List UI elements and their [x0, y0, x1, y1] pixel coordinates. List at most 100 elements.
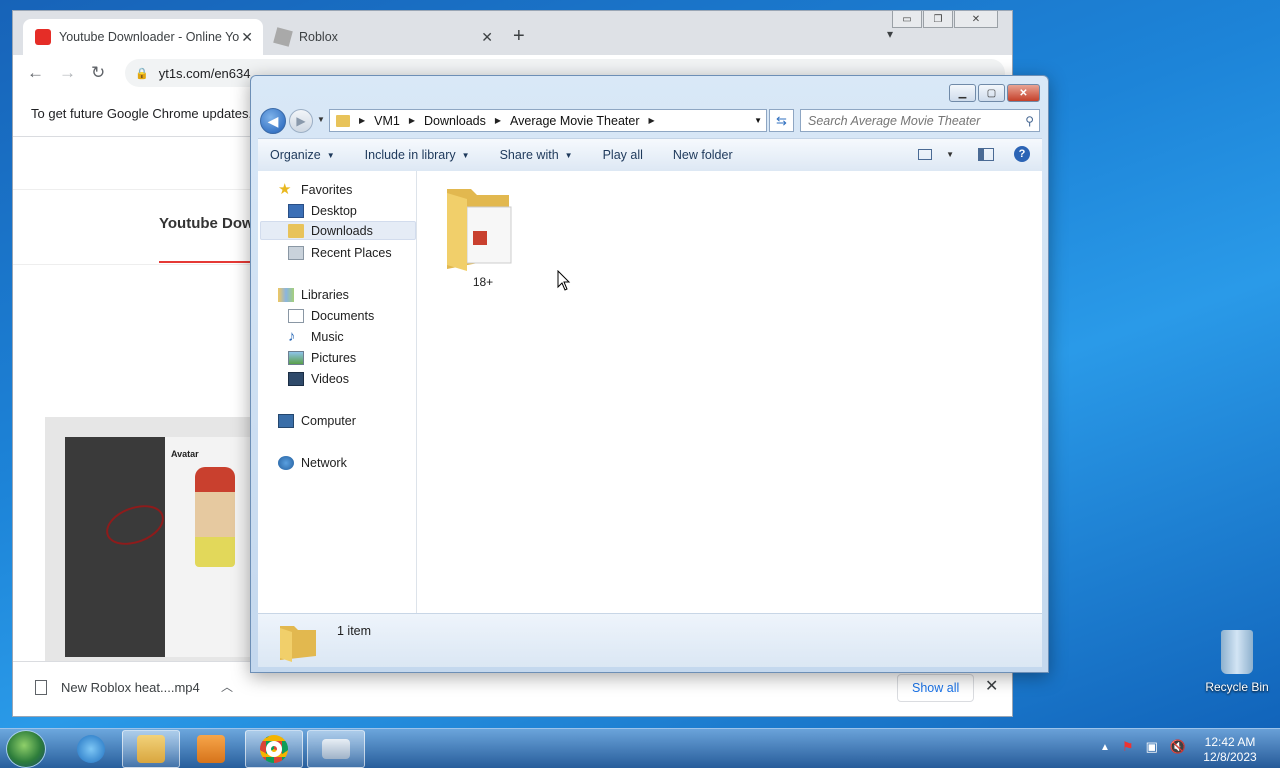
tab-roblox[interactable]: Roblox ✕ [263, 19, 503, 55]
nav-favorites[interactable]: ★ Favorites [278, 180, 352, 199]
view-options-chevron-icon[interactable]: ▼ [946, 150, 954, 159]
internet-explorer-icon [77, 735, 105, 763]
breadcrumb-vm1[interactable]: VM1 [374, 114, 400, 128]
folder-18plus[interactable] [443, 179, 515, 271]
play-all-button[interactable]: Play all [603, 148, 643, 162]
dropdown-caret-icon: ▼ [564, 150, 573, 160]
organize-button[interactable]: Organize ▼ [270, 148, 335, 162]
minimize-button[interactable]: ▁ [949, 84, 976, 102]
tab-youtube-downloader[interactable]: Youtube Downloader - Online Yo ✕ [23, 19, 263, 55]
chevron-up-icon[interactable]: ︿ [221, 678, 233, 695]
site-tab-youtube-downloader[interactable]: Youtube Dow [159, 215, 254, 232]
breadcrumb-separator-icon[interactable]: ▶ [649, 116, 655, 125]
network-status-icon[interactable]: ▣ [1146, 739, 1158, 755]
share-with-button[interactable]: Share with ▼ [500, 148, 573, 162]
breadcrumb-separator-icon[interactable]: ▶ [359, 116, 365, 125]
clock-date: 12/8/2023 [1203, 750, 1257, 764]
new-folder-button[interactable]: New folder [673, 148, 733, 162]
refresh-button[interactable]: ⇆ [769, 109, 794, 132]
help-icon[interactable]: ? [1014, 146, 1030, 162]
close-button[interactable]: ✕ [954, 11, 998, 28]
recycle-bin-icon [1221, 630, 1253, 674]
volume-muted-icon[interactable]: 🔇 [1170, 739, 1186, 755]
maximize-button[interactable]: ▢ [978, 84, 1005, 102]
breadcrumb-downloads[interactable]: Downloads [424, 114, 486, 128]
back-button[interactable]: ◀ [260, 108, 286, 134]
close-tab-icon[interactable]: ✕ [241, 29, 253, 46]
preview-pane-icon[interactable] [978, 147, 994, 161]
video-thumbnail[interactable]: Avatar [65, 437, 265, 657]
close-button[interactable]: ✕ [1007, 84, 1040, 102]
search-box[interactable]: ⚲ [800, 109, 1040, 132]
nav-desktop[interactable]: Desktop [288, 201, 357, 220]
include-in-library-button[interactable]: Include in library ▼ [365, 148, 470, 162]
tab-strip: Youtube Downloader - Online Yo ✕ Roblox … [13, 11, 1012, 55]
taskbar-media-player[interactable] [182, 730, 240, 768]
clock[interactable]: 12:42 AM 12/8/2023 [1198, 735, 1262, 765]
computer-icon [278, 413, 294, 428]
chrome-icon [260, 735, 288, 763]
infobar-text: To get future Google Chrome updates, [31, 106, 253, 121]
tab-search-chevron-icon[interactable]: ▾ [887, 27, 893, 41]
explorer-window: ▁ ▢ ✕ ◀ ▶ ▼ ▶ VM1 ▶ Downloads ▶ Average … [250, 75, 1049, 673]
navigation-pane: ★ Favorites Desktop Downloads Recent Pla… [258, 171, 417, 613]
show-hidden-icons-chevron-icon[interactable]: ▲ [1100, 742, 1110, 753]
taskbar-on-screen-keyboard[interactable] [307, 730, 365, 768]
nav-music[interactable]: ♪ Music [288, 327, 344, 346]
reload-icon[interactable]: ↻ [91, 63, 105, 83]
nav-computer[interactable]: Computer [278, 411, 356, 430]
nav-videos[interactable]: Videos [288, 369, 349, 388]
taskbar-chrome[interactable] [245, 730, 303, 768]
keyboard-icon [322, 739, 350, 759]
start-button[interactable] [6, 730, 46, 768]
action-center-flag-icon[interactable]: ⚑ [1122, 739, 1134, 755]
nav-libraries[interactable]: Libraries [278, 285, 349, 304]
documents-icon [288, 308, 304, 323]
recycle-bin[interactable]: Recycle Bin [1204, 630, 1270, 694]
search-input[interactable] [808, 113, 1018, 128]
explorer-window-controls: ▁ ▢ ✕ [947, 84, 1040, 102]
tab-label: Roblox [299, 30, 338, 44]
tab-label: Youtube Downloader - Online Yo [59, 30, 240, 44]
youtube-downloader-favicon-icon [35, 29, 51, 45]
nav-label: Libraries [301, 287, 349, 302]
roblox-favicon-icon [273, 27, 293, 47]
nav-network[interactable]: Network [278, 453, 347, 472]
breadcrumb-separator-icon[interactable]: ▶ [495, 116, 501, 125]
nav-pictures[interactable]: Pictures [288, 348, 356, 367]
details-pane: 1 item [258, 613, 1042, 667]
restore-button[interactable]: ❐ [923, 11, 953, 28]
dropdown-caret-icon: ▼ [461, 150, 470, 160]
change-view-icon[interactable] [918, 148, 933, 160]
address-bar[interactable]: ▶ VM1 ▶ Downloads ▶ Average Movie Theate… [329, 109, 767, 132]
recent-places-icon [288, 245, 304, 260]
folder-icon [280, 626, 316, 662]
breadcrumb-average-movie-theater[interactable]: Average Movie Theater [510, 114, 639, 128]
download-file-name: New Roblox heat....mp4 [61, 680, 200, 695]
view-controls: ▼ ? [918, 146, 1030, 162]
folder-icon [447, 189, 512, 271]
download-item[interactable]: New Roblox heat....mp4 [35, 680, 200, 695]
address-dropdown-chevron-icon[interactable]: ▼ [754, 116, 762, 125]
forward-button[interactable]: ▶ [289, 109, 313, 133]
avatar-label: Avatar [171, 449, 199, 459]
system-tray: ▲ ⚑ ▣ 🔇 [1100, 739, 1198, 755]
breadcrumb-separator-icon[interactable]: ▶ [409, 116, 415, 125]
show-all-button[interactable]: Show all [897, 674, 975, 702]
network-icon [278, 455, 294, 470]
forward-arrow-icon[interactable]: → [59, 63, 76, 83]
minimize-button[interactable]: ▭ [892, 11, 922, 28]
new-tab-button[interactable]: + [513, 25, 525, 48]
back-arrow-icon[interactable]: ← [27, 63, 44, 83]
nav-documents[interactable]: Documents [288, 306, 374, 325]
taskbar-windows-explorer[interactable] [122, 730, 180, 768]
nav-label: Videos [311, 371, 349, 386]
videos-icon [288, 371, 304, 386]
nav-recent-places[interactable]: Recent Places [288, 243, 392, 262]
nav-downloads[interactable]: Downloads [260, 221, 416, 240]
taskbar-internet-explorer[interactable] [62, 730, 120, 768]
recycle-bin-label: Recycle Bin [1205, 680, 1269, 694]
close-tab-icon[interactable]: ✕ [481, 29, 493, 46]
recent-locations-chevron-icon[interactable]: ▼ [317, 115, 325, 124]
close-downloads-icon[interactable]: ✕ [985, 676, 998, 696]
